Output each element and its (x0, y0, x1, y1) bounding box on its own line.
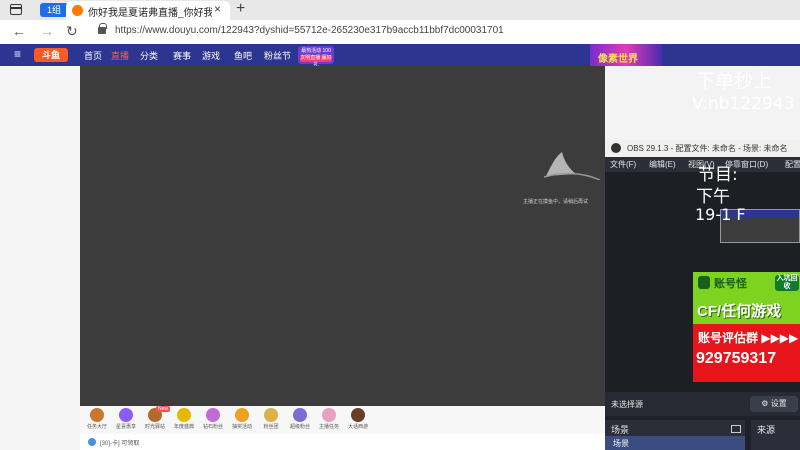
nav-home[interactable]: 首页 (84, 49, 102, 62)
ad-group-number: 929759317 (696, 350, 777, 367)
gift-item[interactable]: 星喜惠享 (111, 408, 141, 430)
gift-item[interactable]: 钻石粉丝 (198, 408, 228, 430)
scenes-panel: 场景 场景 (605, 420, 745, 450)
no-source-label: 未选择源 (611, 400, 643, 409)
gift-item[interactable]: 大话西游 (343, 408, 373, 430)
nav-events[interactable]: 赛事 (173, 49, 191, 62)
site-header: ≡ 斗鱼 首页 直播 分类 赛事 游戏 鱼吧 粉丝节 最热活动 100 文明直播… (0, 44, 800, 68)
undock-icon[interactable] (731, 425, 741, 433)
overlay-time-text: 19-1 F (695, 205, 746, 224)
lottery-icon (235, 408, 249, 422)
promo-subtitle: 文明直播 赢好礼 (300, 55, 332, 68)
gift-bar: 任务大厅 星喜惠享 时光驿站 New 年度盛典 钻石粉丝 抽奖活动 粉丝团 超级… (80, 406, 605, 434)
tab-group-label[interactable]: 1组 (40, 3, 69, 17)
address-bar-row: ← → ↻ https://www.douyu.com/122943?dyshi… (0, 20, 800, 44)
nav-yuba[interactable]: 鱼吧 (234, 49, 252, 62)
anchor-task-icon (322, 408, 336, 422)
obs-settings-button[interactable]: ⚙ 设置 (750, 396, 798, 412)
notice-text[interactable]: [30]-卡] 可领取 (100, 438, 139, 447)
nav-category[interactable]: 分类 (140, 49, 158, 62)
window-menu-icon[interactable] (10, 4, 22, 15)
overlay-order-text: 下单秒上 (696, 70, 773, 92)
ad-headline: CF/任何游戏 (697, 303, 782, 320)
sources-panel: 来源 (751, 420, 800, 450)
shark-fin-icon (543, 152, 601, 180)
ad-corner-tag: 入坑回收 (775, 275, 799, 291)
advertisement-box[interactable]: 账号怪 入坑回收 CF/任何游戏 账号评估群 ▶▶▶▶ 929759317 (693, 272, 800, 382)
new-tab-button[interactable]: + (236, 0, 245, 18)
scenes-header: 场景 (611, 425, 630, 435)
obs-menu-profile[interactable]: 配置 (785, 159, 800, 170)
overlay-afternoon-label: 下午 (696, 187, 730, 207)
obs-titlebar[interactable]: OBS 29.1.3 - 配置文件: 未命名 - 场景: 未命名 (605, 140, 800, 157)
star-gift-icon (119, 408, 133, 422)
scene-list-item[interactable]: 场景 (605, 436, 745, 450)
nav-fan-festival[interactable]: 粉丝节 (264, 49, 291, 62)
fan-group-icon (264, 408, 278, 422)
obs-title: OBS 29.1.3 - 配置文件: 未命名 - 场景: 未命名 (627, 144, 788, 153)
scene-item-label: 场景 (613, 439, 629, 448)
lock-icon[interactable] (98, 23, 107, 34)
tab-title: 你好我是夏诺弗直播_你好我是夏 (88, 8, 212, 19)
obs-logo-icon (611, 143, 621, 153)
super-fan-icon (293, 408, 307, 422)
obs-menu-edit[interactable]: 编辑(E) (649, 159, 676, 170)
promo-badge[interactable]: 最热活动 100 文明直播 赢好礼 (298, 46, 334, 68)
video-player[interactable]: 主播正在摸鱼中，请稍后再试 (80, 66, 605, 406)
chat-notice-row: [30]-卡] 可领取 (80, 434, 605, 450)
ad-group-label: 账号评估群 ▶▶▶▶ (698, 331, 799, 345)
notice-icon (88, 438, 96, 446)
browser-tab-bar: 1组 你好我是夏诺弗直播_你好我是夏 × + (0, 0, 800, 20)
douyu-favicon-icon (72, 5, 83, 16)
new-badge: New (156, 406, 171, 412)
ad-brand: 账号怪 (714, 278, 747, 290)
gift-item[interactable]: 抽奖活动 (227, 408, 257, 430)
header-banner-text: 像素世界 (598, 54, 638, 65)
sources-header: 来源 (757, 425, 776, 435)
trophy-icon (177, 408, 191, 422)
ad-contact-box: 账号评估群 ▶▶▶▶ 929759317 (693, 324, 800, 382)
menu-icon[interactable]: ≡ (14, 47, 21, 61)
nav-games[interactable]: 游戏 (202, 49, 220, 62)
gift-item[interactable]: 年度盛典 (169, 408, 199, 430)
browser-tab[interactable]: 你好我是夏诺弗直播_你好我是夏 × (66, 1, 230, 20)
douyu-logo[interactable]: 斗鱼 (34, 48, 68, 62)
back-button[interactable]: ← (12, 23, 26, 39)
overlay-contact-text: V:nb122943 (692, 94, 795, 114)
gift-item[interactable]: 任务大厅 (82, 408, 112, 430)
gift-item[interactable]: 粉丝团 (256, 408, 286, 430)
gift-item[interactable]: 超级粉丝 (285, 408, 315, 430)
player-status-text: 主播正在摸鱼中，请稍后再试 (523, 199, 589, 205)
nav-live[interactable]: 直播 (111, 49, 129, 62)
journey-west-icon (351, 408, 365, 422)
reload-button[interactable]: ↻ (66, 23, 78, 40)
tab-close-icon[interactable]: × (214, 2, 221, 16)
gift-item[interactable]: 主播任务 (314, 408, 344, 430)
forward-button[interactable]: → (40, 23, 54, 39)
obs-docks: 场景 场景 来源 (605, 416, 800, 450)
url-field[interactable]: https://www.douyu.com/122943?dyshid=5571… (115, 25, 504, 36)
task-hall-icon (90, 408, 104, 422)
obs-menu-file[interactable]: 文件(F) (610, 159, 636, 170)
left-sidebar (0, 66, 80, 450)
diamond-icon (206, 408, 220, 422)
promo-title: 最热活动 100 (301, 48, 331, 54)
obs-source-toolbar: 未选择源 ⚙ 设置 (605, 392, 800, 416)
account-monster-icon (698, 276, 710, 289)
